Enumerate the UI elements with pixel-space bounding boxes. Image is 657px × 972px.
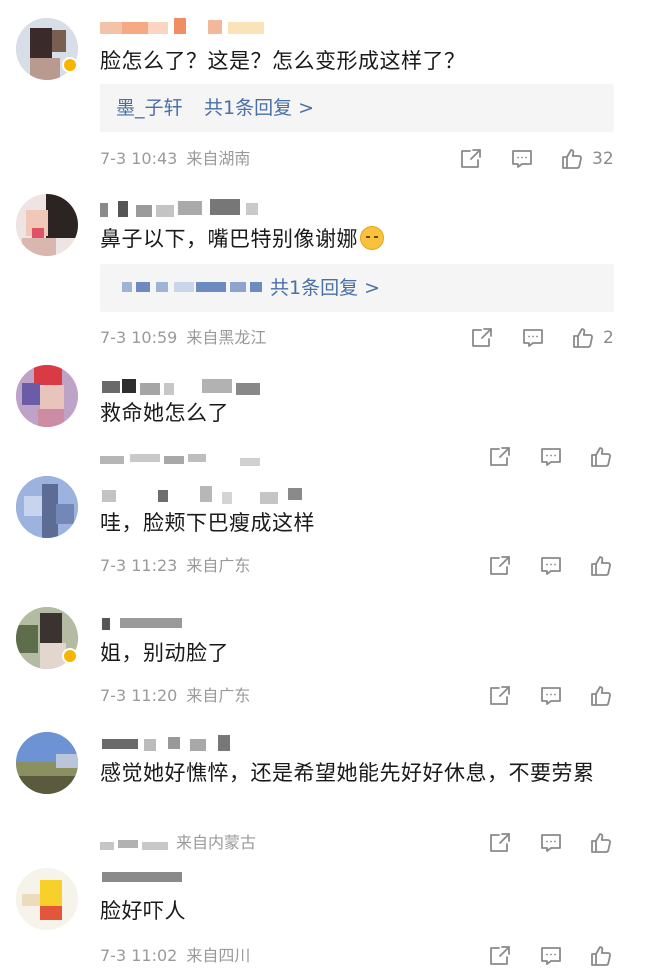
share-icon[interactable] — [488, 684, 512, 708]
username-redacted[interactable] — [100, 18, 270, 40]
like-count: 2 — [603, 328, 614, 348]
comment-location: 来自黑龙江 — [186, 328, 267, 347]
username-redacted[interactable] — [100, 484, 310, 506]
avatar[interactable] — [16, 732, 78, 794]
avatar[interactable] — [16, 365, 78, 427]
comment-text: 脸怎么了？这是？怎么变形成这样了？ — [100, 49, 466, 73]
reply-author[interactable]: 墨_子轩 — [116, 84, 183, 132]
username-redacted[interactable] — [100, 375, 270, 397]
comment-time: 7-3 11:02 — [100, 946, 178, 965]
comment-meta: 7-3 10:59 来自黑龙江 — [100, 328, 266, 348]
reply-preview[interactable]: 墨_子轩 共1条回复 > — [100, 84, 614, 132]
comment-actions — [488, 445, 638, 471]
share-icon[interactable] — [488, 944, 512, 968]
comment-actions — [488, 944, 638, 970]
thumbs-up-icon[interactable] — [589, 554, 613, 578]
avatar[interactable] — [16, 476, 78, 538]
comment-meta: 7-3 11:20 来自广东 — [100, 686, 250, 706]
comment-icon[interactable] — [539, 554, 563, 578]
comment-text: 救命她怎么了 — [100, 401, 229, 425]
thumbs-up-icon[interactable] — [589, 944, 613, 968]
comment-text-body: 鼻子以下，嘴巴特别像谢娜 — [100, 227, 358, 251]
username-redacted[interactable] — [100, 610, 190, 632]
verified-badge-icon — [62, 648, 78, 664]
reply-count-link[interactable]: 共1条回复 > — [270, 264, 380, 312]
comment-icon[interactable] — [539, 684, 563, 708]
comment-meta: 7-3 10:43 来自湖南 — [100, 149, 250, 169]
comment-location: 来自广东 — [186, 686, 251, 705]
comment-time: 7-3 10:43 — [100, 149, 178, 168]
reply-count-link[interactable]: 共1条回复 > — [204, 84, 314, 132]
avatar[interactable] — [16, 194, 78, 256]
comment-text: 感觉她好憔悴，还是希望她能先好好休息，不要劳累 — [100, 761, 595, 785]
comment-icon[interactable] — [521, 326, 545, 350]
reply-preview[interactable]: 共1条回复 > — [100, 264, 614, 312]
thumbs-up-icon[interactable] — [589, 445, 613, 469]
comment-icon[interactable] — [539, 445, 563, 469]
comment-meta: 7-3 11:23 来自广东 — [100, 556, 250, 576]
verified-badge-icon — [62, 57, 78, 73]
share-icon[interactable] — [488, 445, 512, 469]
comment-actions — [488, 554, 638, 580]
comment-icon[interactable] — [539, 831, 563, 855]
comment-meta: 7-3 11:02 来自四川 — [100, 946, 250, 966]
comment-time: 7-3 10:59 — [100, 328, 178, 347]
thumbs-up-icon[interactable] — [560, 147, 584, 171]
sweat-smile-emoji-icon — [360, 226, 384, 250]
username-redacted[interactable] — [100, 870, 190, 892]
username-redacted[interactable] — [100, 733, 250, 755]
comment-time: 7-3 11:23 — [100, 556, 178, 575]
comment-actions — [488, 831, 638, 857]
comment-text: 脸好吓人 — [100, 899, 186, 923]
thumbs-up-icon[interactable] — [589, 684, 613, 708]
share-icon[interactable] — [488, 554, 512, 578]
share-icon[interactable] — [470, 326, 494, 350]
like-count: 32 — [592, 149, 614, 169]
comment-location: 来自四川 — [186, 946, 251, 965]
avatar[interactable] — [16, 868, 78, 930]
reply-author-redacted[interactable] — [122, 282, 262, 296]
comment-icon[interactable] — [510, 147, 534, 171]
comment-location: 来自内蒙古 — [176, 833, 257, 852]
comment-actions: 32 — [459, 147, 649, 173]
comment-meta-redacted — [100, 450, 270, 470]
share-icon[interactable] — [488, 831, 512, 855]
comment-actions: 2 — [470, 326, 650, 352]
comment-location: 来自广东 — [186, 556, 251, 575]
comment-actions — [488, 684, 638, 710]
comment-list: 脸怎么了？这是？怎么变形成这样了？ 墨_子轩 共1条回复 > 7-3 10:43… — [0, 0, 657, 972]
comment-text: 鼻子以下，嘴巴特别像谢娜 — [100, 222, 630, 256]
comment-location: 来自湖南 — [186, 149, 251, 168]
comment-text: 哇，脸颊下巴瘦成这样 — [100, 511, 315, 535]
comment-meta: 来自内蒙古 — [176, 833, 256, 853]
thumbs-up-icon[interactable] — [571, 326, 595, 350]
share-icon[interactable] — [459, 147, 483, 171]
comment-icon[interactable] — [539, 944, 563, 968]
thumbs-up-icon[interactable] — [589, 831, 613, 855]
comment-time: 7-3 11:20 — [100, 686, 178, 705]
comment-text: 姐，别动脸了 — [100, 641, 229, 665]
username-redacted[interactable] — [100, 197, 270, 219]
